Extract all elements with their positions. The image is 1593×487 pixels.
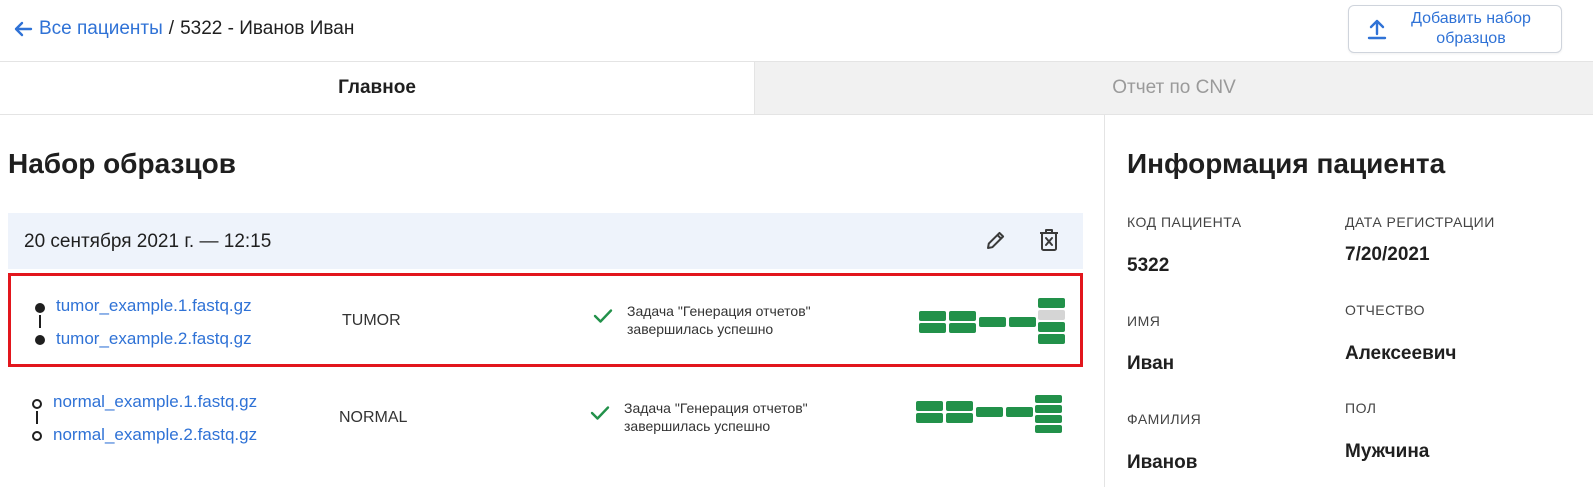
pipeline-step (949, 311, 976, 321)
file-dot-icon (35, 335, 45, 345)
file-link[interactable]: tumor_example.1.fastq.gz (56, 296, 252, 316)
pipeline-step-pending (1038, 310, 1065, 320)
sex-value: Мужчина (1345, 441, 1430, 462)
pipeline-step (1035, 395, 1062, 403)
file-connector (39, 315, 41, 328)
breadcrumb: Все пациенты / 5322 - Иванов Иван (13, 18, 354, 40)
file-link[interactable]: normal_example.1.fastq.gz (53, 392, 257, 412)
sample-type: NORMAL (339, 409, 408, 426)
tab-cnv-report[interactable]: Отчет по CNV (755, 62, 1593, 114)
tab-main[interactable]: Главное (0, 62, 755, 114)
file-dot-icon (32, 431, 42, 441)
file-dot-icon (32, 399, 42, 409)
pipeline-step (1038, 298, 1065, 308)
pipeline-step (1009, 317, 1036, 327)
pipeline-step (916, 401, 943, 411)
file-connector (36, 411, 38, 424)
last-name-label: ФАМИЛИЯ (1127, 411, 1202, 427)
upload-icon (1365, 18, 1389, 40)
pipeline-step (946, 413, 973, 423)
pipeline-step (916, 413, 943, 423)
pipeline-step (979, 317, 1006, 327)
add-sample-set-label-line2: образцов (1436, 30, 1506, 47)
pipeline-step (1038, 322, 1065, 332)
patronymic-label: ОТЧЕСТВО (1345, 302, 1426, 318)
edit-sample-set-button[interactable] (982, 226, 1010, 254)
pipeline-step (919, 323, 946, 333)
sample-row-tumor: tumor_example.1.fastq.gz tumor_example.2… (8, 273, 1083, 367)
check-icon (593, 309, 613, 323)
sample-files: tumor_example.1.fastq.gz tumor_example.2… (11, 276, 331, 364)
last-name-value: Иванов (1127, 452, 1198, 473)
back-link-label: Все пациенты (39, 18, 163, 39)
add-sample-set-label: Добавить набор образцов (1389, 9, 1561, 49)
tab-bar: Главное Отчет по CNV (0, 62, 1593, 115)
sample-row-normal: normal_example.1.fastq.gz normal_example… (8, 371, 1083, 465)
pipeline-step (1038, 334, 1065, 344)
sample-files: normal_example.1.fastq.gz normal_example… (8, 371, 328, 465)
registration-date-label: ДАТА РЕГИСТРАЦИИ (1345, 214, 1495, 230)
task-status: Задача "Генерация отчетов" завершилась у… (591, 302, 811, 338)
add-sample-set-button[interactable]: Добавить набор образцов (1348, 5, 1562, 53)
check-icon (590, 406, 610, 420)
back-to-patients-link[interactable]: Все пациенты (13, 18, 163, 40)
arrow-left-icon (14, 21, 33, 37)
pipeline-step (1035, 425, 1062, 433)
breadcrumb-separator: / (168, 18, 175, 39)
trash-icon (1040, 229, 1058, 251)
task-status-text: Задача "Генерация отчетов" завершилась у… (624, 399, 808, 435)
file-link[interactable]: tumor_example.2.fastq.gz (56, 329, 252, 349)
task-status-line2: завершилась успешно (627, 321, 774, 337)
registration-date-value: 7/20/2021 (1345, 244, 1430, 265)
pipeline-step (919, 311, 946, 321)
task-status-line1: Задача "Генерация отчетов" (624, 400, 808, 416)
pipeline-step (1006, 407, 1033, 417)
sample-sets-title: Набор образцов (8, 148, 236, 179)
sample-type: TUMOR (342, 312, 401, 329)
task-status-line2: завершилась успешно (624, 418, 771, 434)
pipeline-step (949, 323, 976, 333)
add-sample-set-label-line1: Добавить набор (1411, 10, 1531, 27)
patient-code-label: КОД ПАЦИЕНТА (1127, 214, 1242, 230)
top-bar: Все пациенты / 5322 - Иванов Иван Добави… (0, 0, 1593, 62)
task-status-line1: Задача "Генерация отчетов" (627, 303, 811, 319)
task-status-text: Задача "Генерация отчетов" завершилась у… (627, 302, 811, 338)
patronymic-value: Алексеевич (1345, 343, 1457, 364)
task-status: Задача "Генерация отчетов" завершилась у… (588, 399, 808, 435)
sample-sets-panel: Набор образцов 20 сентября 2021 г. — 12:… (0, 115, 1105, 487)
pipeline-step (1035, 415, 1062, 423)
sample-set-date: 20 сентября 2021 г. — 12:15 (24, 231, 272, 252)
file-dot-icon (35, 303, 45, 313)
pipeline-progress[interactable] (919, 298, 1069, 346)
sex-label: ПОЛ (1345, 400, 1377, 416)
pipeline-step (976, 407, 1003, 417)
sample-set-header: 20 сентября 2021 г. — 12:15 (8, 213, 1083, 269)
first-name-label: ИМЯ (1127, 313, 1161, 329)
pipeline-step (946, 401, 973, 411)
breadcrumb-current: 5322 - Иванов Иван (180, 18, 355, 39)
patient-info-title: Информация пациента (1127, 148, 1446, 179)
pencil-icon (987, 231, 1005, 249)
patient-code-value: 5322 (1127, 255, 1170, 276)
delete-sample-set-button[interactable] (1035, 226, 1063, 254)
pipeline-step (1035, 405, 1062, 413)
first-name-value: Иван (1127, 353, 1175, 374)
patient-info-panel: Информация пациента КОД ПАЦИЕНТА 5322 ДА… (1105, 115, 1593, 487)
file-link[interactable]: normal_example.2.fastq.gz (53, 425, 257, 445)
pipeline-progress[interactable] (916, 395, 1066, 443)
